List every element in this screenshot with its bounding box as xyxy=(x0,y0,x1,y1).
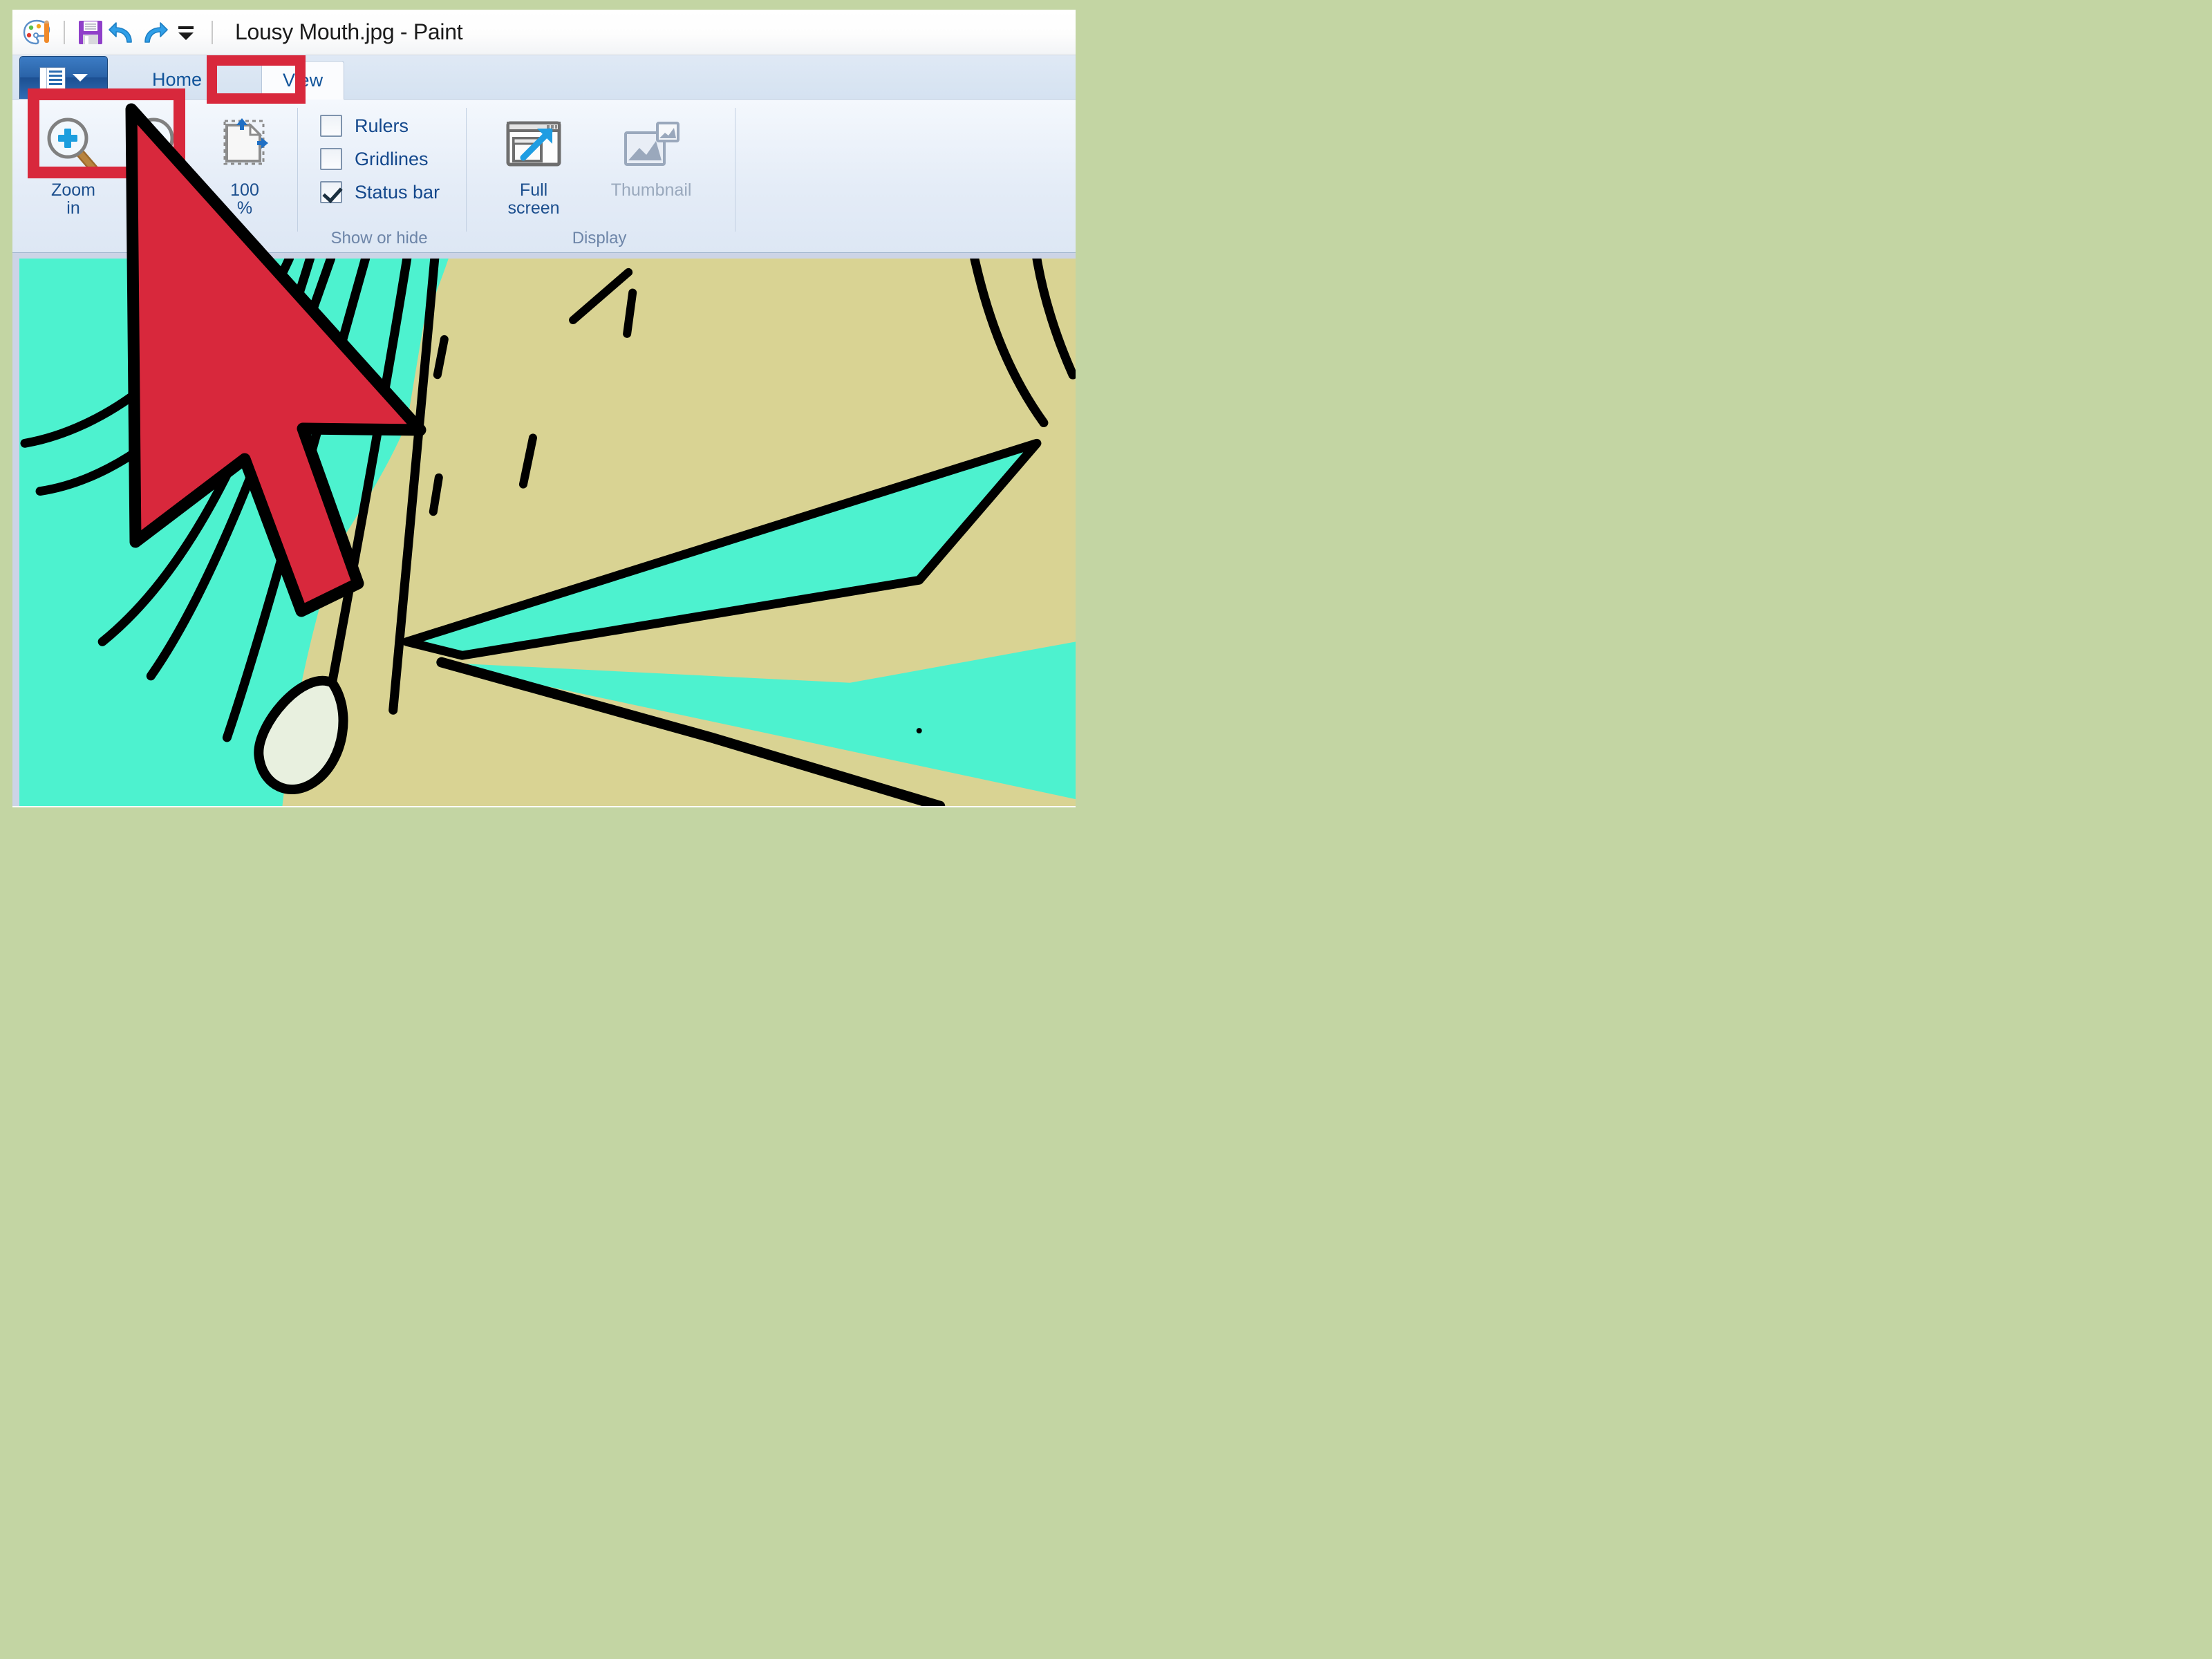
tab-view[interactable]: View xyxy=(261,61,344,100)
status-bar-checkbox-box[interactable] xyxy=(320,181,342,203)
artwork-drawing xyxy=(19,259,1076,806)
paint-menu-icon xyxy=(39,67,66,89)
zoom-out-button[interactable]: Zoom out xyxy=(116,105,202,217)
zoom-out-label: Zoom out xyxy=(137,181,181,217)
window-title: Lousy Mouth.jpg - Paint xyxy=(235,19,462,45)
image-canvas[interactable] xyxy=(19,259,1076,806)
screenshot-root: Lousy Mouth.jpg - Paint Home View xyxy=(0,0,1076,807)
qat-divider-1 xyxy=(64,21,65,44)
checkbox-rulers[interactable]: Rulers xyxy=(320,115,440,137)
actual-size-icon xyxy=(214,113,275,178)
tab-home[interactable]: Home xyxy=(131,60,223,99)
redo-icon[interactable] xyxy=(138,17,170,48)
group-label-display: Display xyxy=(572,229,627,251)
thumbnail-button[interactable]: Thumbnail xyxy=(585,105,717,199)
ribbon-group-show-or-hide: Rulers Gridlines Status bar Show or hide xyxy=(298,100,466,252)
zoom-in-button[interactable]: Zoom in xyxy=(30,105,116,217)
thumbnail-icon xyxy=(621,113,681,178)
rulers-checkbox-box[interactable] xyxy=(320,115,342,137)
full-screen-label: Full screen xyxy=(508,181,560,217)
canvas-area xyxy=(12,253,1076,806)
gridlines-checkbox-box[interactable] xyxy=(320,148,342,170)
ribbon-group-display: Full screen Th xyxy=(467,100,735,252)
actual-size-label: 100 % xyxy=(230,181,259,217)
ribbon-view-tab-content: Zoom in xyxy=(12,100,1076,253)
paint-menu-button[interactable] xyxy=(19,56,108,99)
thumbnail-label: Thumbnail xyxy=(611,181,692,199)
full-screen-button[interactable]: Full screen xyxy=(482,105,585,217)
zoom-in-icon xyxy=(43,113,104,178)
ribbon-tab-strip: Home View xyxy=(12,55,1076,100)
customize-qat-icon[interactable] xyxy=(170,17,202,48)
gridlines-label: Gridlines xyxy=(355,149,429,170)
ribbon-group-zoom: Zoom in xyxy=(12,100,297,252)
rulers-label: Rulers xyxy=(355,115,409,137)
ribbon-empty-space xyxy=(735,100,1076,252)
checkbox-gridlines[interactable]: Gridlines xyxy=(320,148,440,170)
title-bar: Lousy Mouth.jpg - Paint xyxy=(12,10,1076,55)
group-label-show-or-hide: Show or hide xyxy=(330,229,427,251)
group-label-zoom: Zoom xyxy=(138,229,180,251)
paint-palette-icon[interactable] xyxy=(22,17,54,48)
zoom-out-icon xyxy=(129,113,189,178)
checkbox-status-bar[interactable]: Status bar xyxy=(320,181,440,203)
save-icon[interactable] xyxy=(75,17,106,48)
zoom-in-label: Zoom in xyxy=(51,181,95,217)
chevron-down-icon xyxy=(73,74,88,82)
paint-window: Lousy Mouth.jpg - Paint Home View xyxy=(12,10,1076,807)
status-bar-label: Status bar xyxy=(355,182,440,203)
full-screen-icon xyxy=(504,113,563,178)
qat-divider-2 xyxy=(212,21,213,44)
undo-icon[interactable] xyxy=(106,17,138,48)
actual-size-button[interactable]: 100 % xyxy=(202,105,288,217)
